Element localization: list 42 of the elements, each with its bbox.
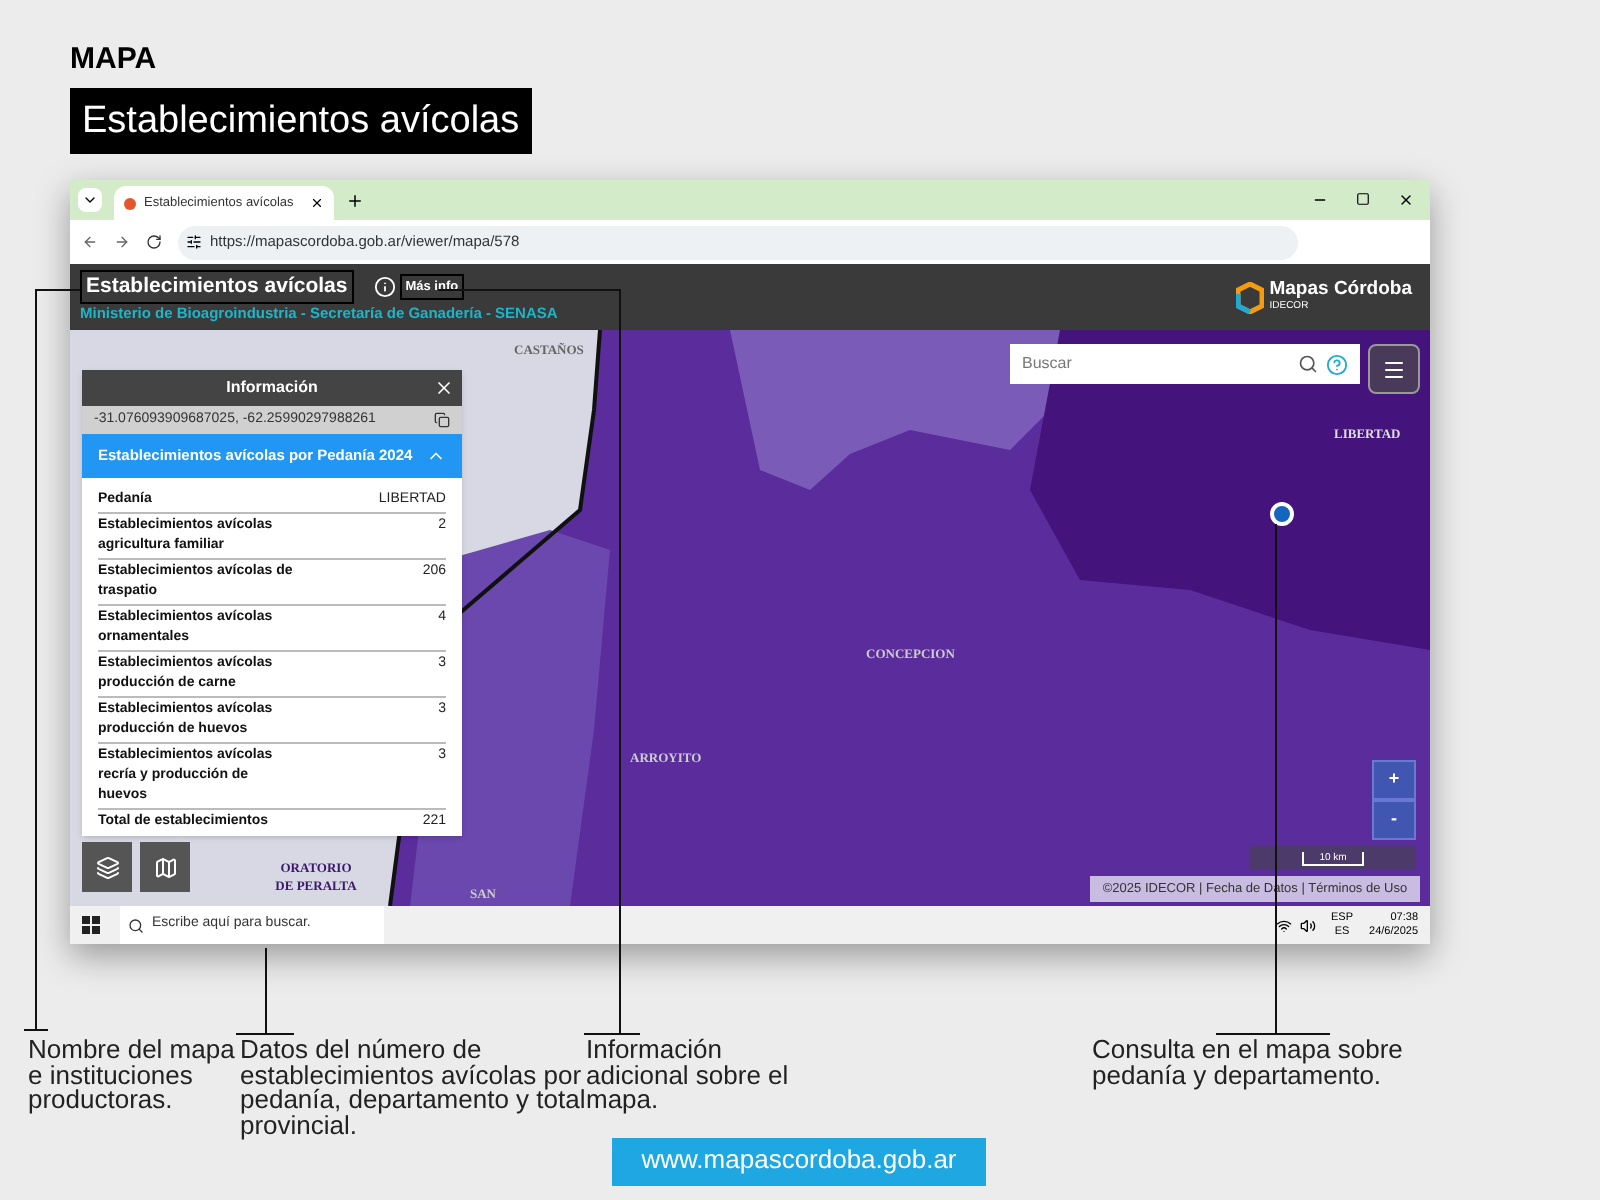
new-tab-icon[interactable] [346,191,364,209]
panel-title: Información [226,376,318,400]
map-title: Establecimientos avícolas [80,269,354,305]
search-field[interactable]: Buscar [1010,344,1360,384]
site-settings-icon[interactable] [186,234,202,250]
reload-icon[interactable] [146,234,162,250]
volume-icon[interactable] [1299,917,1316,933]
leader-line [235,947,295,1035]
layers-button[interactable] [82,842,132,892]
layers-icon [95,855,119,879]
basemap-button[interactable] [140,842,190,892]
info-icon[interactable] [373,276,396,298]
network-icon[interactable] [1275,917,1292,933]
map-icon [153,855,177,879]
copy-icon[interactable] [434,412,450,428]
annotation-text: Datos del número de establecimientos avícolas por pedanía, departamento y total provincial. [240,1038,586,1144]
logo-icon [1235,281,1264,313]
search-input[interactable]: Buscar [1022,352,1298,376]
annotation-text: Consulta en el mapa sobre pedanía y departamento. [1092,1038,1405,1094]
zoom-button[interactable]: + [1372,760,1416,800]
chevron-down-icon [82,192,98,208]
url-banner: www.mapascordoba.gob.ar [612,1137,986,1185]
back-icon[interactable] [82,234,98,250]
maximize-icon[interactable] [1356,192,1370,206]
title-banner: Establecimientos avícolas [70,88,532,154]
search-icon [128,917,144,933]
annotation-text: Nombre del mapa e instituciones productoras. [28,1038,237,1118]
close-icon[interactable] [434,378,454,398]
zoom-button[interactable]: - [1372,800,1416,840]
close-icon[interactable] [1398,192,1414,208]
help-icon[interactable] [1326,353,1348,375]
tab-list-button[interactable] [78,188,102,212]
annotation-text: Información adicional sobre el mapa. [586,1038,791,1113]
menu-icon [1382,357,1406,381]
forward-icon[interactable] [114,234,130,250]
logo-name: Mapas Córdoba [1269,279,1412,297]
favicon-icon [124,197,136,209]
close-icon[interactable] [310,196,324,210]
search-icon[interactable] [1298,354,1318,374]
windows-icon[interactable] [82,916,100,934]
section-label: MAPA [70,40,159,80]
menu-button[interactable] [1368,344,1420,394]
